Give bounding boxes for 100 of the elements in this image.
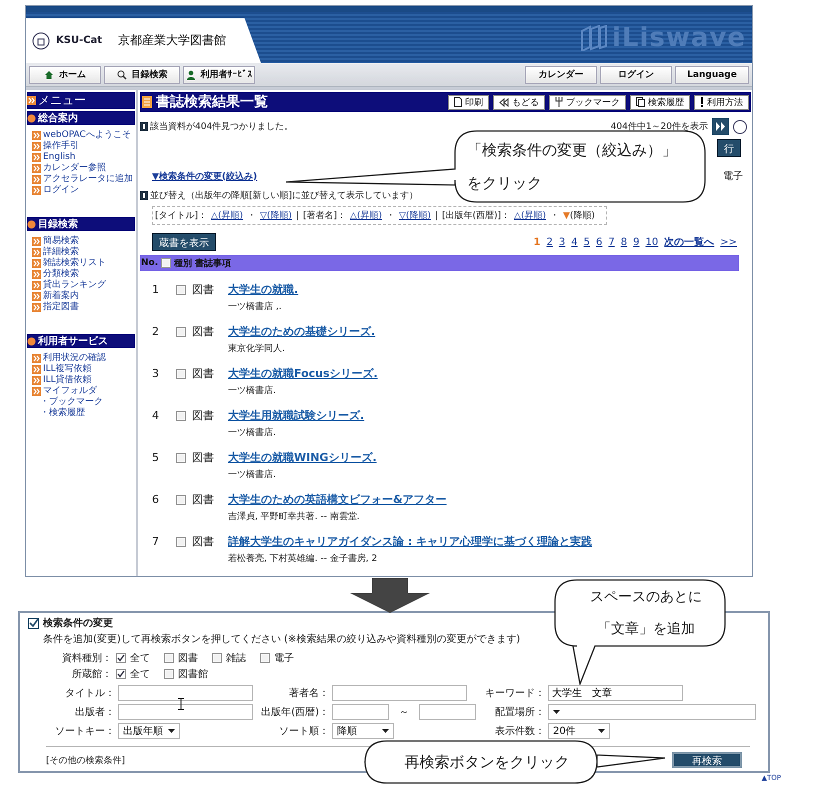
checkbox[interactable] xyxy=(176,284,186,294)
input-field[interactable] xyxy=(332,685,467,701)
checkbox[interactable] xyxy=(176,410,186,420)
section-title: 総合案内 xyxy=(38,111,78,125)
checkbox[interactable] xyxy=(212,653,222,663)
nav-button[interactable]: Language xyxy=(675,66,749,84)
book-title-link[interactable]: 大学生用就職試験シリーズ. xyxy=(228,408,751,423)
refine-link[interactable]: ▼検索条件の変更(絞込み) xyxy=(152,170,258,182)
checkbox[interactable] xyxy=(161,258,172,268)
toolbar-button[interactable]: 印刷 xyxy=(448,94,489,110)
dropdown[interactable]: 20件 xyxy=(548,723,610,739)
publisher-text: 一ツ橋書店. xyxy=(228,426,277,439)
menu-link[interactable]: 新着案内 xyxy=(32,291,135,301)
checkbox[interactable] xyxy=(176,536,186,546)
publisher-text: 一ツ橋書店. xyxy=(228,468,277,481)
dropdown[interactable]: 出版年順 xyxy=(118,723,180,739)
sort-option[interactable]: △(昇順) xyxy=(350,209,382,222)
nav-button[interactable]: 利用者ｻｰﾋﾞｽ xyxy=(183,66,255,84)
menu-link[interactable]: ILL貸借依頼 xyxy=(32,375,135,385)
field-label: ソートキー： xyxy=(54,725,115,738)
nav-button[interactable]: ホーム xyxy=(29,66,101,84)
book-title-link[interactable]: 詳解大学生のキャリアガイダンス論 : キャリア心理学に基づく理論と実践 xyxy=(228,534,751,549)
page-link[interactable]: 4 xyxy=(571,236,578,248)
book-title-link[interactable]: 大学生のための基礎シリーズ. xyxy=(228,324,751,339)
menu-link[interactable]: 貸出ランキング xyxy=(32,280,135,290)
search-again-button[interactable]: 再検索 xyxy=(672,752,742,768)
field-label: ソート順： xyxy=(278,725,329,738)
next-list-link[interactable]: 次の一覧へ xyxy=(664,235,714,249)
checkbox[interactable] xyxy=(164,653,174,663)
menu-link[interactable]: 分類検索 xyxy=(32,269,135,279)
page-link[interactable]: 7 xyxy=(608,236,615,248)
sort-option[interactable]: ▼(降順) xyxy=(562,209,595,222)
checkbox[interactable] xyxy=(176,452,186,462)
checkbox[interactable] xyxy=(260,653,270,663)
page-link[interactable]: 10 xyxy=(646,236,658,248)
menu-link[interactable]: マイフォルダ xyxy=(32,386,135,396)
list-icon xyxy=(142,96,152,108)
year-to-field[interactable] xyxy=(419,704,476,720)
next-page-icon[interactable] xyxy=(712,118,729,135)
row-number: 6 xyxy=(152,493,160,506)
menu-link[interactable]: ログイン xyxy=(32,185,135,195)
book-title-link[interactable]: 大学生の就職. xyxy=(228,282,751,297)
dropdown[interactable] xyxy=(548,704,756,720)
input-field[interactable] xyxy=(118,704,253,720)
year-from-field[interactable] xyxy=(332,704,389,720)
book-title-link[interactable]: 大学生の就職WINGシリーズ. xyxy=(228,450,751,465)
sort-option[interactable]: △(昇順) xyxy=(514,209,546,222)
double-chevron-icon xyxy=(32,302,41,312)
input-field[interactable] xyxy=(118,685,253,701)
document-icon xyxy=(454,97,462,107)
menu-link[interactable]: webOPACへようこそ xyxy=(32,130,135,140)
toolbar-button[interactable]: 利用方法 xyxy=(694,94,749,110)
checkbox[interactable] xyxy=(116,669,126,679)
double-chevron-icon xyxy=(32,142,41,150)
page-link[interactable]: 2 xyxy=(546,236,553,248)
menu-link[interactable]: アクセラレータに追加 xyxy=(32,174,135,184)
last-page-link[interactable]: >> xyxy=(720,236,737,248)
menu-link[interactable]: 利用状況の確認 xyxy=(32,353,135,363)
page-link[interactable]: 3 xyxy=(558,236,566,248)
menu-link[interactable]: 指定図書 xyxy=(32,302,135,312)
menu-link[interactable]: 雑誌検索リスト xyxy=(32,258,135,268)
checkbox[interactable] xyxy=(176,368,186,378)
page-link[interactable]: 9 xyxy=(633,236,640,248)
callout-text: 「文章」を追加 xyxy=(597,620,695,638)
toolbar-button[interactable]: ブックマーク xyxy=(549,94,626,110)
run-button[interactable]: 行 xyxy=(717,139,741,157)
page-link[interactable]: 5 xyxy=(584,236,590,248)
nav-button[interactable]: ログイン xyxy=(600,66,672,84)
menu-link[interactable]: English xyxy=(32,152,135,162)
page-link[interactable]: 8 xyxy=(620,236,628,248)
dropdown[interactable]: 降順 xyxy=(332,723,394,739)
submenu-link[interactable]: ・ブックマーク xyxy=(32,397,135,407)
input-field[interactable]: 大学生 文章 xyxy=(548,685,683,701)
submenu-link[interactable]: ・検索履歴 xyxy=(32,408,135,418)
double-chevron-icon xyxy=(32,386,41,396)
menu-link[interactable]: ILL複写依頼 xyxy=(32,364,135,374)
toolbar-button[interactable]: 検索履歴 xyxy=(630,94,690,110)
page-link[interactable]: 6 xyxy=(596,236,602,248)
toolbar-button[interactable]: もどる xyxy=(493,94,545,110)
menu-link[interactable]: 簡易検索 xyxy=(32,236,135,246)
sort-option[interactable]: ▽(降順) xyxy=(398,209,431,222)
sort-note: 並び替え（出版年の降順[新しい順]に並び替えて表示しています） xyxy=(140,189,418,202)
menu-link[interactable]: 詳細検索 xyxy=(32,247,135,257)
field-label: 出版年(西暦)： xyxy=(260,706,329,719)
checkbox[interactable] xyxy=(176,494,186,504)
book-title-link[interactable]: 大学生のための英語構文ビフォー&アフター xyxy=(228,492,751,507)
field-label: 所蔵館： xyxy=(71,668,112,681)
show-holdings-button[interactable]: 蔵書を表示 xyxy=(152,233,216,251)
book-title-link[interactable]: 大学生の就職Focusシリーズ. xyxy=(228,366,751,381)
checkbox[interactable] xyxy=(164,669,174,679)
other-conditions-link[interactable]: [その他の検索条件] xyxy=(46,754,126,766)
nav-button[interactable]: 目録検索 xyxy=(104,66,180,84)
menu-link[interactable]: カレンダー参照 xyxy=(32,163,135,173)
nav-button[interactable]: カレンダー xyxy=(525,66,597,84)
checkbox[interactable] xyxy=(116,653,126,663)
menu-link[interactable]: 操作手引 xyxy=(32,141,135,151)
checkbox[interactable] xyxy=(176,326,186,336)
sort-option[interactable]: ▽(降順) xyxy=(260,209,292,222)
info-icon xyxy=(140,191,148,200)
sort-option[interactable]: △(昇順) xyxy=(211,209,243,222)
